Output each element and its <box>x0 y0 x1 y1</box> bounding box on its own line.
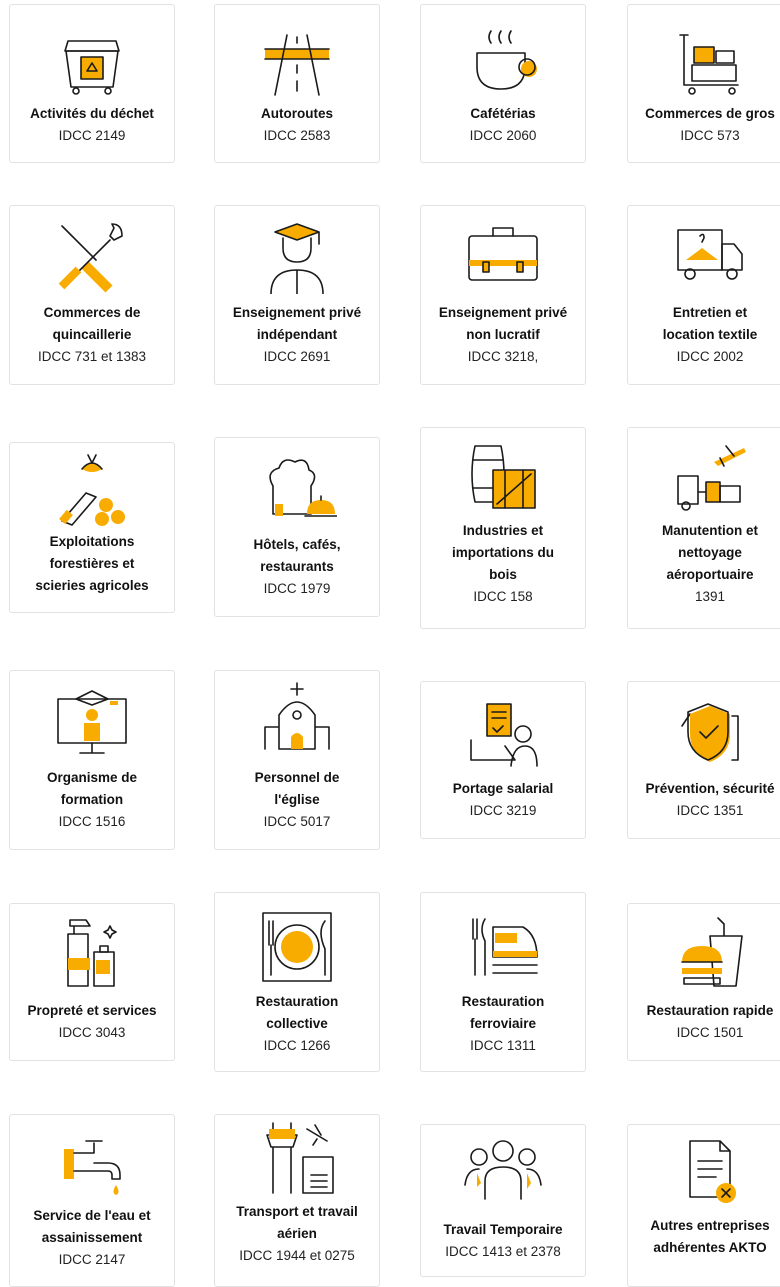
card-quincaillerie[interactable]: Commerces de quincaillerie IDCC 731 et 1… <box>9 205 175 385</box>
card-name: Activités du déchet <box>30 106 154 121</box>
training-screen-icon <box>57 690 127 754</box>
briefcase-icon <box>468 227 538 281</box>
card-transport-aerien[interactable]: Transport et travail aérien IDCC 1944 et… <box>214 1114 380 1287</box>
card-name: Entretien et location textile <box>662 305 758 342</box>
recycling-bin-icon <box>64 40 120 95</box>
card-personnel-eglise[interactable]: Personnel de l'église IDCC 5017 <box>214 670 380 850</box>
burger-drink-icon <box>681 917 743 987</box>
card-name: Hôtels, cafés, restaurants <box>253 537 341 574</box>
card-code: IDCC 2147 <box>58 1252 126 1267</box>
card-travail-temporaire[interactable]: Travail Temporaire IDCC 1413 et 2378 <box>420 1124 586 1277</box>
card-restauration-ferroviaire[interactable]: Restauration ferroviaire IDCC 1311 <box>420 892 586 1072</box>
card-name: Autoroutes <box>261 106 333 121</box>
card-name: Restauration ferroviaire <box>461 994 545 1031</box>
card-code: IDCC 1351 <box>676 803 744 818</box>
card-name: Prévention, sécurité <box>645 781 775 796</box>
card-name: Commerces de gros <box>645 106 775 121</box>
graduate-icon <box>270 223 324 294</box>
card-portage-salarial[interactable]: Portage salarial IDCC 3219 <box>420 681 586 839</box>
card-name: Cafétérias <box>470 106 536 121</box>
card-name: Organisme de formation <box>46 770 138 807</box>
card-name: Enseignement privé indépendant <box>232 305 362 342</box>
tools-icon <box>58 223 123 293</box>
card-code: IDCC 731 et 1383 <box>37 349 147 364</box>
freelancer-laptop-icon <box>470 703 538 767</box>
coffee-cup-icon <box>476 30 537 90</box>
card-name: Service de l'eau et assainissement <box>33 1208 151 1245</box>
card-code: IDCC 3043 <box>58 1025 126 1040</box>
card-code: IDCC 2583 <box>263 128 331 143</box>
card-code: IDCC 1944 et 0275 <box>239 1248 355 1263</box>
card-name: Restauration collective <box>255 994 339 1031</box>
card-activites-dechet[interactable]: Activités du déchet IDCC 2149 <box>9 4 175 163</box>
plate-cutlery-icon <box>262 912 332 982</box>
card-manutention-aeroportuaire[interactable]: Manutention et nettoyage aéroportuaire 1… <box>627 427 780 629</box>
card-service-eau[interactable]: Service de l'eau et assainissement IDCC … <box>9 1114 175 1287</box>
card-name: Industries et importations du bois <box>452 523 554 582</box>
card-code: IDCC 1266 <box>263 1038 331 1053</box>
laundry-truck-icon <box>677 229 743 280</box>
card-industries-bois[interactable]: Industries et importations du bois IDCC … <box>420 427 586 629</box>
card-code: IDCC 1501 <box>676 1025 744 1040</box>
trolley-icon <box>679 34 739 95</box>
temp-workers-icon <box>464 1140 542 1200</box>
card-code: IDCC 1516 <box>58 814 126 829</box>
card-prevention-securite[interactable]: Prévention, sécurité IDCC 1351 <box>627 681 780 839</box>
card-proprete-services[interactable]: Propreté et services IDCC 3043 <box>9 903 175 1061</box>
card-code: IDCC 1413 et 2378 <box>445 1244 561 1259</box>
card-name: Manutention et nettoyage aéroportuaire <box>662 523 758 582</box>
card-exploitations-forestieres[interactable]: Exploitations forestières et scieries ag… <box>9 442 175 613</box>
security-shield-icon <box>681 703 739 762</box>
card-restauration-collective[interactable]: Restauration collective IDCC 1266 <box>214 892 380 1072</box>
card-code: IDCC 2691 <box>263 349 331 364</box>
card-name: Portage salarial <box>452 781 554 796</box>
card-name: Commerces de quincaillerie <box>43 305 141 342</box>
card-code: IDCC 2060 <box>469 128 537 143</box>
card-name: Exploitations forestières et scieries ag… <box>35 534 149 593</box>
card-enseignement-non-lucratif[interactable]: Enseignement privé non lucratif IDCC 321… <box>420 205 586 385</box>
train-cutlery-icon <box>472 918 538 976</box>
card-code: IDCC 3219 <box>469 803 537 818</box>
card-autoroutes[interactable]: Autoroutes IDCC 2583 <box>214 4 380 163</box>
card-code: IDCC 5017 <box>263 814 331 829</box>
card-cafeterias[interactable]: Cafétérias IDCC 2060 <box>420 4 586 163</box>
card-hotels-cafes[interactable]: Hôtels, cafés, restaurants IDCC 1979 <box>214 437 380 617</box>
chainsaw-logs-icon <box>59 454 125 526</box>
card-code: IDCC 2149 <box>58 128 126 143</box>
card-code: IDCC 158 <box>473 589 533 604</box>
card-name: Enseignement privé non lucratif <box>438 305 568 342</box>
card-name: Personnel de l'église <box>254 770 340 807</box>
card-name: Transport et travail aérien <box>236 1204 358 1241</box>
card-code: IDCC 573 <box>680 128 740 143</box>
document-cancel-icon <box>689 1140 736 1203</box>
card-entretien-textile[interactable]: Entretien et location textile IDCC 2002 <box>627 205 780 385</box>
chef-hat-bell-icon <box>269 459 337 517</box>
card-code: IDCC 1979 <box>263 581 331 596</box>
card-enseignement-independant[interactable]: Enseignement privé indépendant IDCC 2691 <box>214 205 380 385</box>
card-name: Restauration rapide <box>646 1003 774 1018</box>
card-code: 1391 <box>694 589 726 604</box>
church-icon <box>264 682 330 750</box>
card-code: IDCC 2002 <box>676 349 744 364</box>
water-tap-icon <box>64 1140 121 1195</box>
highway-icon <box>264 34 330 96</box>
card-code: IDCC 3218, <box>467 349 539 364</box>
card-organisme-formation[interactable]: Organisme de formation IDCC 1516 <box>9 670 175 850</box>
control-tower-icon <box>266 1122 334 1194</box>
card-autres-entreprises[interactable]: Autres entreprises adhérentes AKTO <box>627 1124 780 1287</box>
barrel-crate-icon <box>471 445 536 509</box>
card-restauration-rapide[interactable]: Restauration rapide IDCC 1501 <box>627 903 780 1061</box>
airport-truck-icon <box>677 445 746 511</box>
card-code: IDCC 1311 <box>470 1038 536 1053</box>
cleaning-products-icon <box>67 919 117 987</box>
card-name: Travail Temporaire <box>443 1222 563 1237</box>
card-name: Autres entreprises adhérentes AKTO <box>650 1218 770 1255</box>
card-commerces-gros[interactable]: Commerces de gros IDCC 573 <box>627 4 780 163</box>
card-name: Propreté et services <box>27 1003 157 1018</box>
